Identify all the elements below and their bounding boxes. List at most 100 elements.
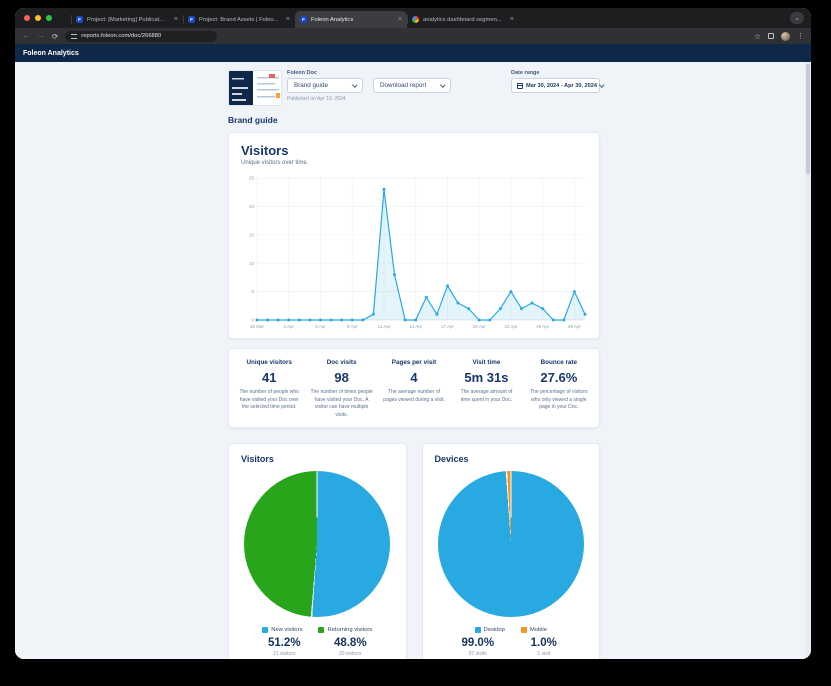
browser-tab-project-marketing[interactable]: F Project: [Marketing] Publicat... × [71, 11, 183, 28]
stat-pages-per-visit: Pages per visit 4 The average number of … [378, 359, 450, 419]
visitors-pie-card: Visitors New visitors Returning visitors [228, 443, 407, 659]
tab-search-button[interactable]: ⌄ [790, 12, 804, 24]
svg-text:0: 0 [251, 318, 254, 323]
pie-values: 99.0% 97 visits 1.0% 1 visit [435, 637, 588, 657]
back-button[interactable]: ← [22, 32, 30, 40]
browser-tab-analytics-dashboard[interactable]: analytics dashboard segmen... × [407, 11, 519, 28]
scrollbar-thumb[interactable] [806, 64, 810, 174]
legend-item-mobile: Mobile [521, 627, 547, 633]
page-content: Foleon Doc Brand guide Download report [228, 70, 600, 659]
tab-close-icon[interactable]: × [398, 16, 402, 23]
google-favicon [412, 16, 419, 23]
stat-label: Unique visitors [238, 359, 300, 366]
download-report-label: Download report [380, 82, 441, 89]
chevron-down-icon [440, 82, 445, 87]
stat-bounce-rate: Bounce rate 27.6% The percentage of visi… [523, 359, 595, 419]
pie-percentage: 48.8% [328, 637, 372, 649]
page-scrollbar[interactable] [805, 62, 811, 659]
forward-button[interactable]: → [37, 32, 45, 40]
svg-text:17 Apr: 17 Apr [441, 324, 455, 329]
chart-title: Visitors [241, 143, 587, 158]
tab-close-icon[interactable]: × [174, 16, 178, 23]
tab-title: Project: Brand Assets | Foleo... [199, 17, 282, 23]
browser-tab-foleon-analytics[interactable]: F Foleon Analytics × [295, 11, 407, 28]
analytics-page: Foleon Doc Brand guide Download report [15, 62, 811, 659]
svg-text:8 Apr: 8 Apr [347, 324, 358, 329]
desktop-background: F Project: [Marketing] Publicat... × F P… [0, 0, 831, 686]
extensions-icon[interactable] [768, 33, 774, 39]
stat-doc-visits: Doc visits 98 The number of times people… [305, 359, 377, 419]
pie-percentage: 1.0% [522, 637, 566, 649]
legend-label: Desktop [484, 627, 505, 633]
url-text: reports.foleon.com/doc/266880 [81, 33, 161, 39]
stat-description: The percentage of visitors who only view… [528, 389, 590, 412]
pie-legend: New visitors Returning visitors [241, 627, 394, 633]
browser-tab-brand-assets[interactable]: F Project: Brand Assets | Foleo... × [183, 11, 295, 28]
legend-swatch [475, 627, 481, 633]
stat-unique-visitors: Unique visitors 41 The number of people … [233, 359, 305, 419]
date-range-picker[interactable]: Mar 30, 2024 - Apr 30, 2024 [511, 78, 600, 93]
legend-label: Returning visitors [327, 627, 372, 633]
pie-values: 51.2% 21 visitors 48.8% 20 visitors [241, 637, 394, 657]
stat-value: 98 [310, 370, 372, 385]
chevron-down-icon [599, 82, 604, 87]
legend-swatch [521, 627, 527, 633]
tab-bar: F Project: [Marketing] Publicat... × F P… [15, 8, 811, 28]
chart-subtitle: Unique visitors over time. [241, 160, 587, 166]
bookmark-star-icon[interactable]: ☆ [754, 32, 761, 41]
window-close-button[interactable] [24, 15, 30, 21]
address-bar[interactable]: reports.foleon.com/doc/266880 [65, 31, 217, 42]
doc-fields: Foleon Doc Brand guide Download report [287, 70, 451, 102]
window-controls [24, 15, 52, 21]
doc-thumbnail [228, 70, 282, 106]
tab-title: Project: [Marketing] Publicat... [87, 17, 170, 23]
foleon-favicon: F [188, 16, 195, 23]
legend-swatch [262, 627, 268, 633]
tab-title: analytics dashboard segmen... [423, 17, 506, 23]
stat-label: Visit time [455, 359, 517, 366]
foleon-favicon: F [76, 16, 83, 23]
stat-value: 41 [238, 370, 300, 385]
tab-close-icon[interactable]: × [510, 16, 514, 23]
browser-toolbar: ← → ⟳ reports.foleon.com/doc/266880 ☆ ⋮ [15, 28, 811, 44]
svg-text:10: 10 [249, 261, 255, 266]
svg-text:29 Apr: 29 Apr [568, 324, 582, 329]
download-report-select[interactable]: Download report [373, 78, 451, 93]
svg-text:25: 25 [249, 176, 255, 181]
devices-pie-chart [438, 471, 584, 617]
foleon-favicon: F [300, 16, 307, 23]
svg-text:11 Apr: 11 Apr [378, 324, 391, 329]
legend-swatch [318, 627, 324, 633]
svg-text:26 Apr: 26 Apr [536, 324, 550, 329]
stat-description: The number of people who have visited yo… [238, 389, 300, 412]
doc-select[interactable]: Brand guide [287, 78, 363, 93]
doc-select-label: Foleon Doc [287, 70, 451, 76]
window-minimize-button[interactable] [35, 15, 41, 21]
tab-close-icon[interactable]: × [286, 16, 290, 23]
stat-label: Pages per visit [383, 359, 445, 366]
pie-count: 21 visitors [262, 651, 306, 657]
window-zoom-button[interactable] [46, 15, 52, 21]
site-info-icon[interactable] [71, 34, 77, 39]
pie-value-column: 99.0% 97 visits [456, 637, 500, 657]
profile-avatar[interactable] [781, 32, 790, 41]
pie-legend: Desktop Mobile [435, 627, 588, 633]
calendar-icon [517, 83, 523, 89]
svg-text:20 Apr: 20 Apr [473, 324, 487, 329]
reload-button[interactable]: ⟳ [52, 32, 58, 41]
svg-text:15: 15 [249, 232, 255, 237]
pie-count: 20 visitors [328, 651, 372, 657]
pie-count: 97 visits [456, 651, 500, 657]
pie-count: 1 visit [522, 651, 566, 657]
svg-text:14 Apr: 14 Apr [409, 324, 423, 329]
browser-menu-icon[interactable]: ⋮ [797, 32, 804, 40]
pie-card-title: Devices [435, 454, 588, 464]
devices-pie-card: Devices Desktop Mobile [422, 443, 601, 659]
legend-item-desktop: Desktop [475, 627, 505, 633]
svg-text:20: 20 [249, 204, 255, 209]
doc-select-value: Brand guide [294, 82, 353, 89]
legend-label: New visitors [271, 627, 302, 633]
stat-label: Bounce rate [528, 359, 590, 366]
stat-description: The average amount of time spent in your… [455, 389, 517, 404]
pie-charts-row: Visitors New visitors Returning visitors [228, 443, 600, 659]
